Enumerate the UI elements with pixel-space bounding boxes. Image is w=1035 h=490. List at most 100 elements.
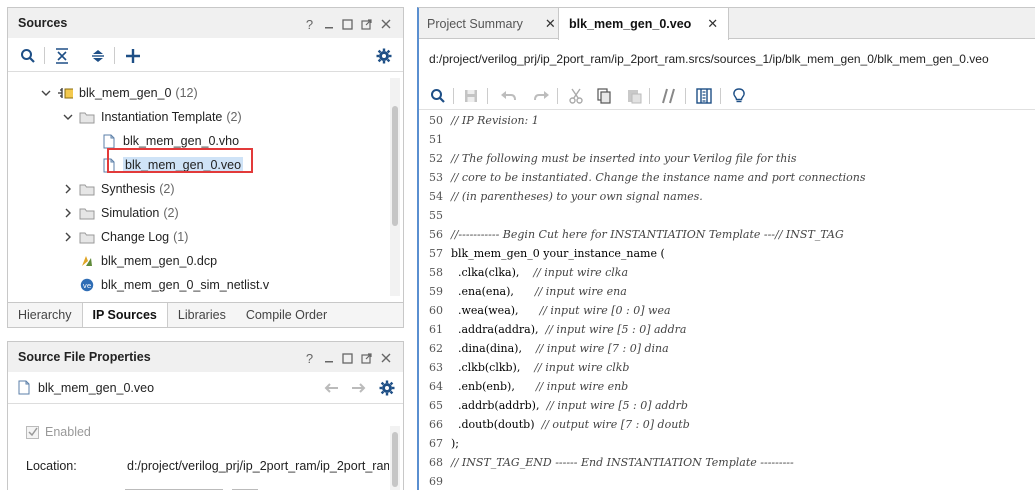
help-icon[interactable]: ? [300, 350, 319, 366]
tree-item-veo[interactable]: blk_mem_gen_0.veo [8, 153, 389, 177]
close-icon[interactable] [376, 16, 395, 32]
tab-hierarchy[interactable]: Hierarchy [8, 303, 82, 328]
back-arrow-icon[interactable] [323, 382, 339, 397]
float-icon[interactable] [357, 350, 376, 366]
code-line[interactable]: 61 .addra(addra), // input wire [5 : 0] … [419, 320, 1035, 339]
chevron-right-icon[interactable] [62, 183, 74, 195]
code-line[interactable]: 67); [419, 434, 1035, 453]
code-line[interactable]: 54 // (in parentheses) to your own signal… [419, 187, 1035, 206]
code-area[interactable]: 50 // IP Revision: 1 51 52 // The following … [419, 111, 1035, 490]
source-file-properties-panel: Source File Properties ? blk_mem_gen_0.v… [7, 341, 404, 490]
tab-libraries[interactable]: Libraries [168, 303, 236, 328]
line-comment: // (in parentheses) to your own signal n… [451, 190, 703, 203]
sources-toolbar [8, 38, 403, 72]
scrollbar-thumb[interactable] [392, 106, 398, 226]
search-icon[interactable] [18, 46, 38, 66]
close-icon[interactable]: ✕ [707, 16, 718, 32]
code-line[interactable]: 62 .dina(dina), // input wire [7 : 0] di… [419, 339, 1035, 358]
code-line[interactable]: 63 .clkb(clkb), // input wire clkb [419, 358, 1035, 377]
expand-all-icon[interactable] [88, 46, 108, 66]
line-number: 53 [429, 171, 443, 184]
code-line[interactable]: 50 // IP Revision: 1 [419, 111, 1035, 130]
add-icon[interactable] [123, 46, 143, 66]
code-line[interactable]: 51 [419, 130, 1035, 149]
tree-item-label: blk_mem_gen_0_sim_netlist.v [101, 278, 270, 292]
code-line[interactable]: 58 .clka(clka), // input wire clka [419, 263, 1035, 282]
copy-icon[interactable] [595, 87, 613, 105]
props-nav [323, 380, 395, 399]
code-line[interactable]: 56 //----------- Begin Cut here for INSTA… [419, 225, 1035, 244]
line-comment: // input wire [5 : 0] addrb [546, 399, 688, 412]
columns-icon[interactable] [695, 87, 713, 105]
tree-item-dcp[interactable]: blk_mem_gen_0.dcp [8, 249, 389, 273]
enabled-checkbox-row[interactable]: Enabled [26, 425, 91, 439]
tree-item-simulation[interactable]: Simulation (2) [8, 201, 389, 225]
tree-item-count: (2) [163, 206, 179, 220]
tab-blk-mem-gen-veo[interactable]: blk_mem_gen_0.veo ✕ [558, 8, 730, 40]
close-icon[interactable] [376, 350, 395, 366]
props-file-name: blk_mem_gen_0.veo [38, 380, 155, 395]
code-line[interactable]: 68 // INST_TAG_END ------ End INSTANTIATI… [419, 453, 1035, 472]
collapse-all-icon[interactable] [52, 46, 72, 66]
code-line[interactable]: 65 .addrb(addrb), // input wire [5 : 0] … [419, 396, 1035, 415]
line-comment: // input wire [5 : 0] addra [545, 323, 687, 336]
help-icon[interactable]: ? [300, 16, 319, 32]
line-code: .wea(wea), [451, 304, 540, 317]
tab-ip-sources[interactable]: IP Sources [81, 302, 168, 327]
chevron-right-icon[interactable] [62, 207, 74, 219]
tree-item-instantiation-template[interactable]: Instantiation Template (2) [8, 105, 389, 129]
code-line[interactable]: 57 blk_mem_gen_0 your_instance_name ( [419, 244, 1035, 263]
lightbulb-icon[interactable] [730, 87, 748, 105]
tree-item-vho[interactable]: blk_mem_gen_0.vho [8, 129, 389, 153]
code-line[interactable]: 59 .ena(ena), // input wire ena [419, 282, 1035, 301]
tab-compile-order[interactable]: Compile Order [236, 303, 337, 328]
minimize-icon[interactable] [319, 16, 338, 32]
minimize-icon[interactable] [319, 350, 338, 366]
line-code: .clkb(clkb), [451, 361, 535, 374]
props-scrollbar[interactable] [390, 426, 400, 490]
code-line[interactable]: 53 // core to be instantiated. Change the… [419, 168, 1035, 187]
gear-icon[interactable] [379, 380, 395, 399]
tree-item-label: Synthesis [101, 182, 156, 196]
redo-icon[interactable] [533, 87, 551, 105]
tree-scrollbar[interactable] [390, 78, 400, 296]
props-body: Enabled Location: d:/project/verilog_prj… [8, 404, 389, 490]
comment-icon[interactable] [660, 87, 678, 105]
code-line[interactable]: 66 .doutb(doutb) // output wire [7 : 0] … [419, 415, 1035, 434]
line-comment: // INST_TAG_END ------ End INSTANTIATION… [451, 456, 794, 469]
sources-tree: blk_mem_gen_0 (12) Instantiation Templat… [8, 73, 389, 303]
tree-item-change-log[interactable]: Change Log (1) [8, 225, 389, 249]
forward-arrow-icon[interactable] [351, 382, 367, 397]
close-icon[interactable]: ✕ [545, 16, 556, 32]
code-line[interactable]: 69 [419, 472, 1035, 490]
code-line[interactable]: 60 .wea(wea), // input wire [0 : 0] wea [419, 301, 1035, 320]
line-comment: // input wire enb [535, 380, 629, 393]
chevron-right-icon[interactable] [62, 231, 74, 243]
enabled-checkbox[interactable] [26, 425, 39, 439]
file-path: d:/project/verilog_prj/ip_2port_ram/ip_2… [429, 52, 989, 66]
code-line[interactable]: 64 .enb(enb), // input wire enb [419, 377, 1035, 396]
chevron-down-icon[interactable] [62, 111, 74, 123]
tree-item-netlist[interactable]: ve blk_mem_gen_0_sim_netlist.v [8, 273, 389, 297]
chevron-down-icon[interactable] [40, 87, 52, 99]
cut-icon[interactable] [567, 87, 585, 105]
line-comment: // core to be instantiated. Change the i… [451, 171, 866, 184]
code-line[interactable]: 55 [419, 206, 1035, 225]
code-line[interactable]: 52 // The following must be inserted into… [419, 149, 1035, 168]
scrollbar-thumb[interactable] [392, 432, 398, 487]
line-number: 64 [429, 380, 443, 393]
tree-item-count: (2) [226, 110, 242, 124]
undo-icon[interactable] [499, 87, 517, 105]
restore-icon[interactable] [338, 350, 357, 366]
tab-project-summary[interactable]: Project Summary ✕ [427, 8, 556, 39]
search-icon[interactable] [429, 87, 447, 105]
line-comment: // The following must be inserted into y… [451, 152, 797, 165]
restore-icon[interactable] [338, 16, 357, 32]
line-number: 62 [429, 342, 443, 355]
save-icon[interactable] [462, 87, 480, 105]
tree-item-ip[interactable]: blk_mem_gen_0 (12) [8, 81, 389, 105]
paste-icon[interactable] [625, 87, 643, 105]
gear-icon[interactable] [374, 46, 394, 66]
tree-item-synthesis[interactable]: Synthesis (2) [8, 177, 389, 201]
float-icon[interactable] [357, 16, 376, 32]
